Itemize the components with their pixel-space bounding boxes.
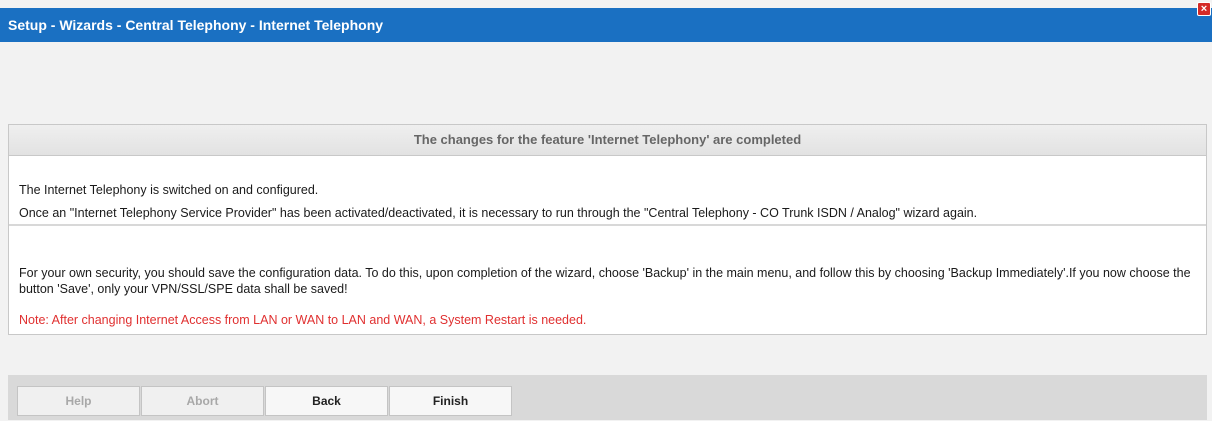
info-line-status: The Internet Telephony is switched on an… xyxy=(19,183,319,197)
abort-button[interactable]: Abort xyxy=(141,386,264,416)
close-icon: × xyxy=(1200,3,1208,15)
info-line-provider: Once an "Internet Telephony Service Prov… xyxy=(19,206,978,220)
content-panel: The changes for the feature 'Internet Te… xyxy=(8,124,1207,335)
restart-note: Note: After changing Internet Access fro… xyxy=(19,313,587,327)
help-button[interactable]: Help xyxy=(17,386,140,416)
security-section: For your own security, you should save t… xyxy=(9,228,1206,334)
info-section: The Internet Telephony is switched on an… xyxy=(9,156,1206,226)
close-button[interactable]: × xyxy=(1197,2,1211,16)
title-bar: Setup - Wizards - Central Telephony - In… xyxy=(0,8,1212,42)
window-title: Setup - Wizards - Central Telephony - In… xyxy=(8,17,384,33)
finish-button[interactable]: Finish xyxy=(389,386,512,416)
button-bar: Help Abort Back Finish xyxy=(8,375,1207,420)
back-button[interactable]: Back xyxy=(265,386,388,416)
completion-header: The changes for the feature 'Internet Te… xyxy=(9,125,1206,156)
wizard-window: Setup - Wizards - Central Telephony - In… xyxy=(0,0,1212,421)
security-paragraph: For your own security, you should save t… xyxy=(19,266,1191,296)
